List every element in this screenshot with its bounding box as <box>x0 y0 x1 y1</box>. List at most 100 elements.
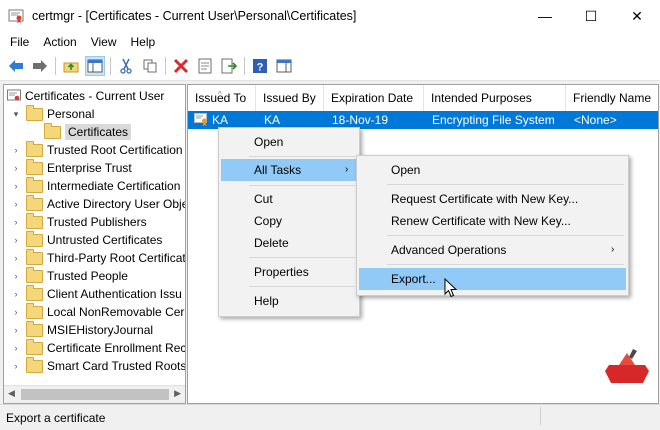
tree-item-label: Active Directory User Obje <box>47 197 186 211</box>
submenu-item-request-certificate[interactable]: Request Certificate with New Key... <box>359 188 626 210</box>
minimize-button[interactable]: — <box>522 0 568 32</box>
folder-icon <box>26 320 43 337</box>
tree-item[interactable]: › Trusted People <box>10 266 128 285</box>
column-header-issued-to[interactable]: ^ Issued To <box>188 85 256 111</box>
export-list-icon <box>221 58 237 74</box>
tree-item[interactable]: › Untrusted Certificates <box>10 230 162 249</box>
window-title: certmgr - [Certificates - Current User\P… <box>32 9 357 23</box>
chevron-right-icon[interactable]: › <box>10 163 22 173</box>
toolbar-separator <box>244 57 245 75</box>
scrollbar-thumb[interactable] <box>21 389 169 400</box>
menu-item-delete[interactable]: Delete <box>221 232 357 254</box>
tree-item[interactable]: › Trusted Publishers <box>10 212 147 231</box>
menu-item-open[interactable]: Open <box>221 131 357 153</box>
export-list-button[interactable] <box>219 56 239 76</box>
tree-horizontal-scrollbar[interactable]: ◀ ▶ <box>4 385 185 403</box>
properties-button[interactable] <box>195 56 215 76</box>
show-hide-action-pane-button[interactable] <box>274 56 294 76</box>
help-button[interactable]: ? <box>250 56 270 76</box>
mouse-cursor-icon <box>444 278 458 298</box>
chevron-right-icon[interactable]: › <box>10 271 22 281</box>
tree-item-label: Trusted Publishers <box>47 215 147 229</box>
menu-separator <box>249 185 355 186</box>
chevron-right-icon[interactable]: › <box>10 343 22 353</box>
tree-root[interactable]: Certificates - Current User <box>7 87 164 105</box>
toolbar-separator <box>110 57 111 75</box>
tree-item-certificates[interactable]: Certificates <box>44 122 132 141</box>
show-hide-console-tree-button[interactable] <box>85 56 105 76</box>
folder-icon <box>26 194 43 211</box>
toolbar-separator <box>165 57 166 75</box>
menu-action[interactable]: Action <box>36 35 83 49</box>
menu-item-cut[interactable]: Cut <box>221 188 357 210</box>
folder-icon <box>26 176 43 193</box>
delete-button[interactable] <box>171 56 191 76</box>
chevron-right-icon[interactable]: › <box>10 289 22 299</box>
menu-file[interactable]: File <box>0 35 36 49</box>
submenu-item-open[interactable]: Open <box>359 159 626 181</box>
copy-button[interactable] <box>140 56 160 76</box>
tree-item[interactable]: › Smart Card Trusted Roots <box>10 356 186 375</box>
minimize-icon: — <box>538 8 552 24</box>
column-header-intended-purposes[interactable]: Intended Purposes <box>424 85 566 111</box>
close-button[interactable]: ✕ <box>614 0 660 32</box>
scroll-right-icon[interactable]: ▶ <box>174 388 181 399</box>
forward-arrow-icon <box>33 60 47 72</box>
chevron-right-icon[interactable]: › <box>10 181 22 191</box>
up-one-level-button[interactable] <box>61 56 81 76</box>
menu-item-copy[interactable]: Copy <box>221 210 357 232</box>
column-header-friendly-name[interactable]: Friendly Name <box>566 85 658 111</box>
folder-icon <box>26 302 43 319</box>
tree-item[interactable]: › Client Authentication Issu <box>10 284 182 303</box>
tree-item[interactable]: › Active Directory User Obje <box>10 194 186 213</box>
chevron-right-icon[interactable]: › <box>10 253 22 263</box>
chevron-right-icon[interactable]: › <box>10 235 22 245</box>
chevron-right-icon[interactable]: › <box>10 217 22 227</box>
title-bar[interactable]: certmgr - [Certificates - Current User\P… <box>0 0 660 32</box>
menu-view[interactable]: View <box>84 35 124 49</box>
chevron-right-icon[interactable]: › <box>10 361 22 371</box>
up-folder-icon <box>63 62 79 73</box>
chevron-right-icon[interactable]: › <box>10 145 22 155</box>
tree-item[interactable]: › Enterprise Trust <box>10 158 132 177</box>
submenu-item-export[interactable]: Export... <box>359 268 626 290</box>
cell-intended-purposes: Encrypting File System <box>432 113 555 127</box>
svg-text:?: ? <box>257 62 264 74</box>
certmgr-window: certmgr - [Certificates - Current User\P… <box>0 0 660 430</box>
submenu-item-renew-certificate[interactable]: Renew Certificate with New Key... <box>359 210 626 232</box>
tree-item[interactable]: › Certificate Enrollment Rec <box>10 338 185 357</box>
column-header-expiration-date[interactable]: Expiration Date <box>324 85 424 111</box>
cell-friendly-name: <None> <box>574 113 617 127</box>
folder-icon <box>26 158 43 175</box>
menu-item-help[interactable]: Help <box>221 290 357 312</box>
menu-item-properties[interactable]: Properties <box>221 261 357 283</box>
tree-item[interactable]: › Trusted Root Certification <box>10 140 183 159</box>
scroll-left-icon[interactable]: ◀ <box>8 388 15 399</box>
chevron-down-icon[interactable]: ▾ <box>10 109 22 120</box>
tree-item-label: Trusted People <box>47 269 128 283</box>
folder-icon <box>26 356 43 373</box>
tree-item[interactable]: › Local NonRemovable Cer <box>10 302 184 321</box>
chevron-right-icon[interactable]: › <box>10 199 22 209</box>
tree-item-label: Third-Party Root Certificat <box>47 251 186 265</box>
chevron-right-icon[interactable]: › <box>10 325 22 335</box>
menu-help[interactable]: Help <box>124 35 163 49</box>
chevron-right-icon[interactable]: › <box>10 307 22 317</box>
tree-item[interactable]: › Intermediate Certification <box>10 176 180 195</box>
tree-item-label: Client Authentication Issu <box>47 287 182 301</box>
folder-icon <box>26 284 43 301</box>
submenu-item-advanced-operations[interactable]: Advanced Operations › <box>359 239 626 261</box>
back-arrow-icon <box>9 60 23 72</box>
forward-button[interactable] <box>30 56 50 76</box>
back-button[interactable] <box>6 56 26 76</box>
tree-item-label: Smart Card Trusted Roots <box>47 359 186 373</box>
tree-item-personal[interactable]: ▾ Personal <box>10 104 94 123</box>
column-header-issued-by[interactable]: Issued By <box>256 85 324 111</box>
console-tree[interactable]: Certificates - Current User ▾ Personal C… <box>3 84 186 404</box>
tree-item[interactable]: › Third-Party Root Certificat <box>10 248 186 267</box>
submenu-arrow-icon: › <box>611 244 615 255</box>
menu-item-all-tasks[interactable]: All Tasks › <box>221 159 357 181</box>
cut-button[interactable] <box>116 56 136 76</box>
maximize-button[interactable]: ☐ <box>568 0 614 32</box>
tree-item[interactable]: › MSIEHistoryJournal <box>10 320 153 339</box>
